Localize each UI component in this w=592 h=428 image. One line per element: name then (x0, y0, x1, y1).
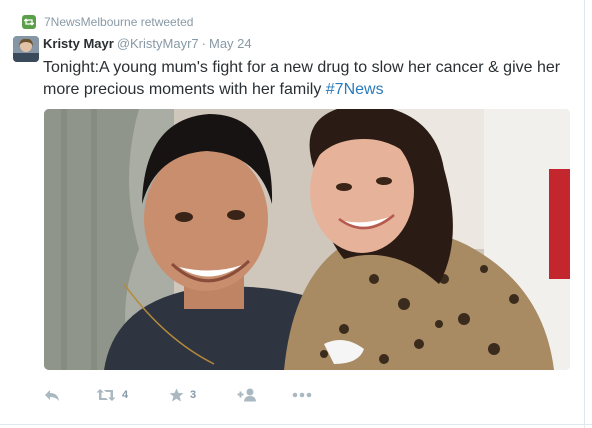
author-handle[interactable]: @KristyMayr7 (117, 36, 199, 51)
reply-icon (44, 388, 60, 402)
tweet-photo[interactable] (44, 109, 570, 370)
favorite-button[interactable]: 3 (169, 386, 196, 404)
reply-button[interactable] (44, 386, 60, 404)
column-divider (584, 0, 585, 428)
avatar[interactable] (13, 36, 39, 62)
header-separator: · (201, 36, 206, 51)
retweet-context: 7NewsMelbourne retweeted (22, 14, 193, 30)
hashtag-link[interactable]: #7News (326, 81, 384, 98)
retweet-count: 4 (122, 389, 129, 401)
retweeter-link[interactable]: 7NewsMelbourne retweeted (44, 15, 193, 29)
tweet-header: Kristy Mayr @KristyMayr7 · May 24 (43, 36, 252, 52)
tweet-body: Tonight:A young mum's fight for a new dr… (43, 59, 561, 98)
follow-button[interactable] (237, 386, 257, 404)
author-name[interactable]: Kristy Mayr (43, 36, 114, 51)
tweet-divider (0, 424, 592, 425)
retweet-icon (22, 15, 36, 29)
add-user-icon (237, 388, 257, 402)
star-icon (169, 388, 184, 402)
tweet-text: Tonight:A young mum's fight for a new dr… (43, 57, 578, 101)
tweet-timestamp[interactable]: May 24 (209, 36, 252, 51)
more-button[interactable] (292, 386, 312, 404)
retweet-button[interactable]: 4 (96, 386, 128, 404)
favorite-count: 3 (190, 389, 197, 401)
more-icon (292, 392, 312, 398)
retweet-icon (96, 388, 116, 402)
